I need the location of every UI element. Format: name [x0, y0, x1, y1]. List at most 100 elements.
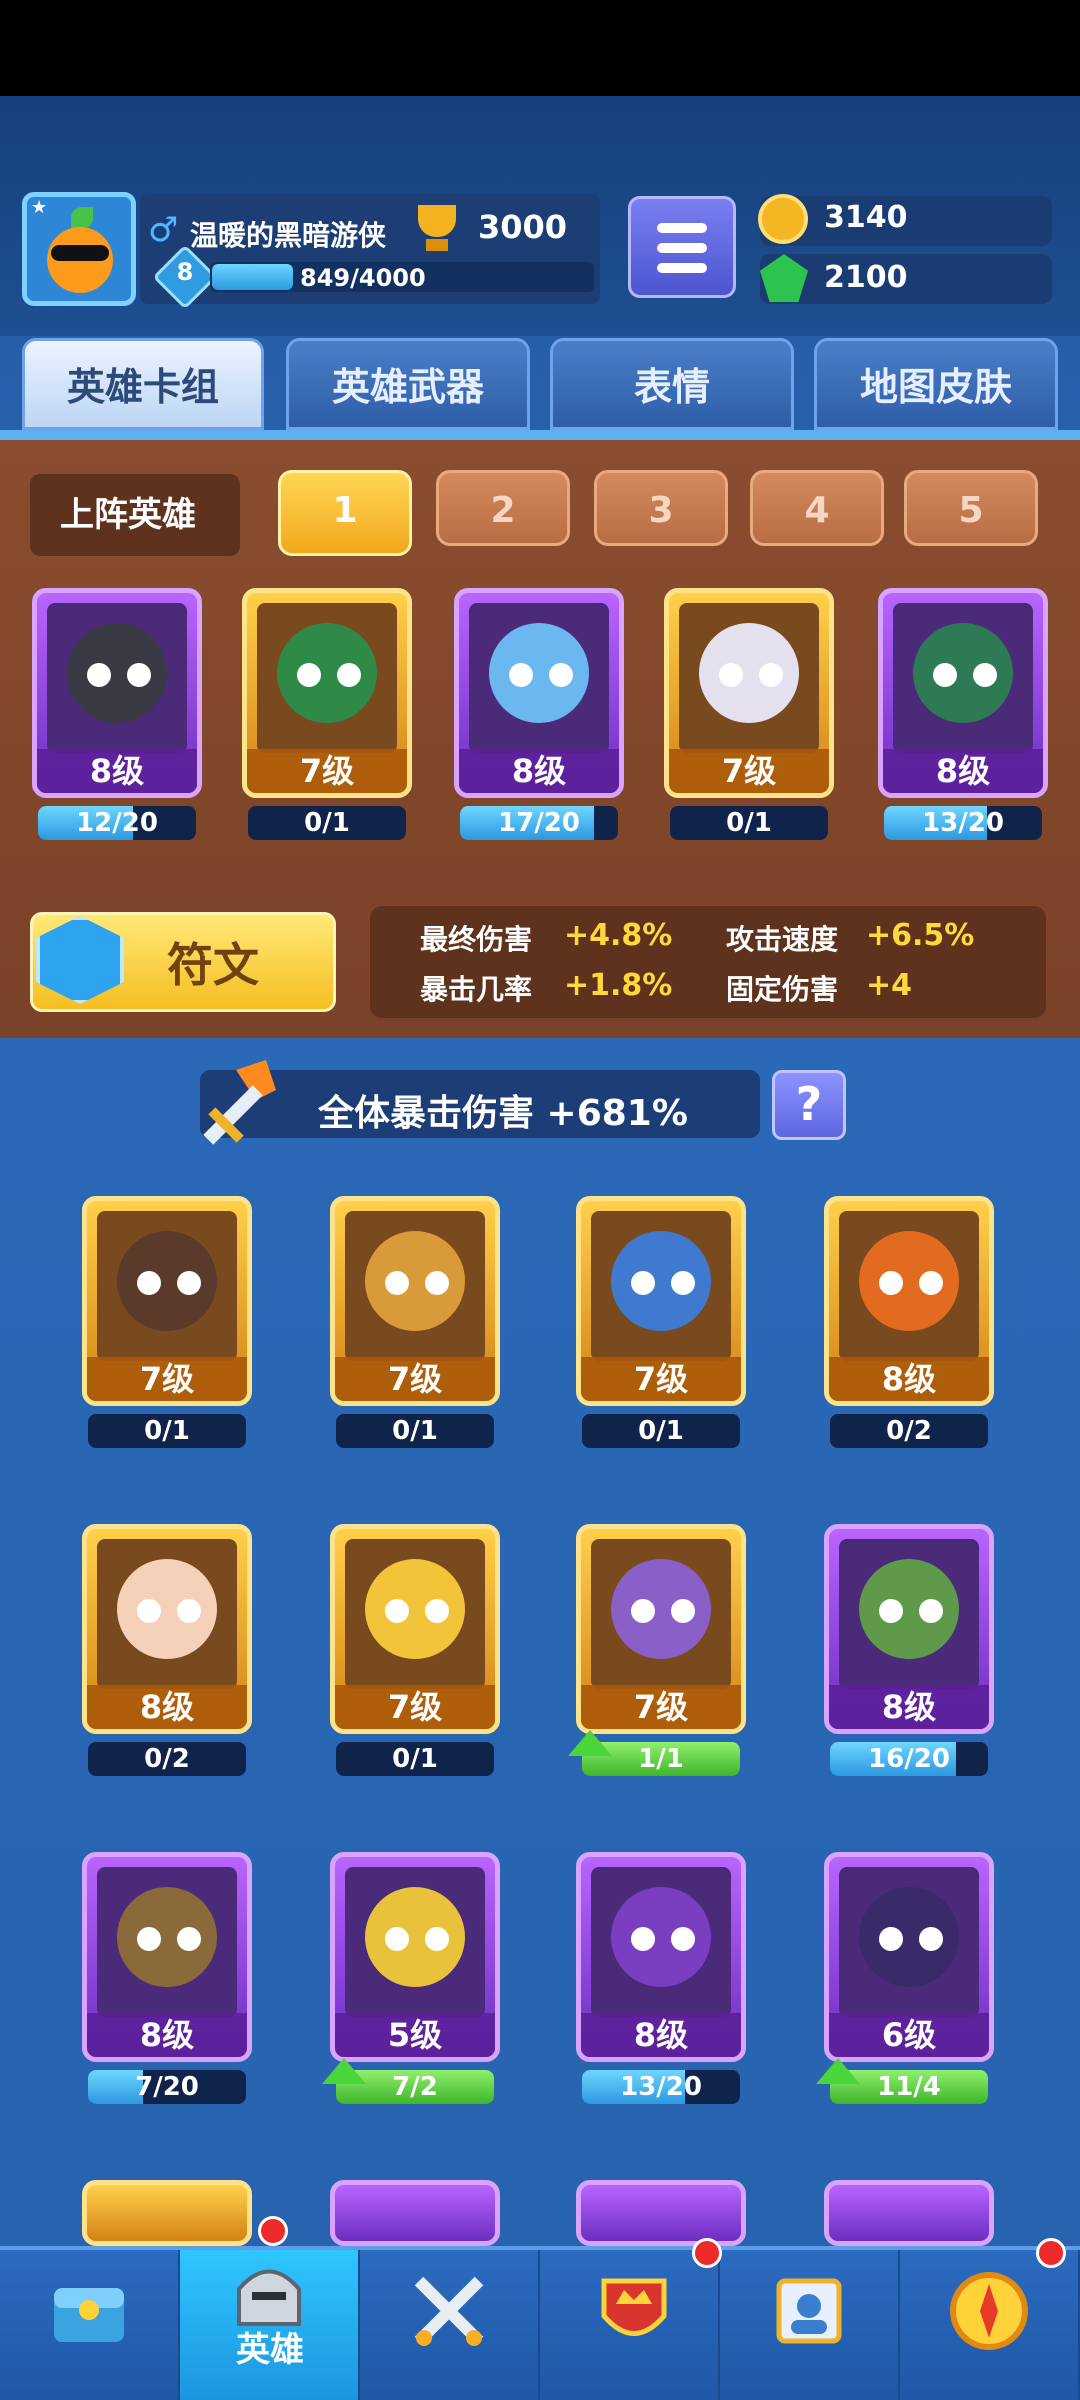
lineup-hero-card[interactable]: 7级 — [664, 588, 834, 798]
lineup-hero-level: 8级 — [883, 749, 1043, 793]
hero-card[interactable]: 8级 — [82, 1852, 252, 2062]
hero-eye — [127, 663, 151, 687]
hero-level: 8级 — [829, 1357, 989, 1401]
hero-level: 6级 — [829, 2013, 989, 2057]
xp-text: 849/4000 — [300, 264, 426, 292]
hero-card[interactable] — [82, 2180, 252, 2246]
hero-progress-text: 0/1 — [392, 1744, 438, 1774]
notification-dot — [692, 2238, 722, 2268]
tab-map-skins[interactable]: 地图皮肤 — [814, 338, 1058, 430]
lineup-hero-card[interactable]: 8级 — [454, 588, 624, 798]
trophy-icon — [410, 203, 464, 255]
lineup-hero-progress-text: 13/20 — [922, 808, 1004, 838]
hero-card[interactable]: 7级 — [576, 1196, 746, 1406]
hero-eye — [137, 1271, 161, 1295]
tab-hero-weapons[interactable]: 英雄武器 — [286, 338, 530, 430]
hero-card[interactable] — [824, 2180, 994, 2246]
hero-level: 7级 — [581, 1685, 741, 1729]
team-slot-2[interactable]: 2 — [436, 470, 570, 546]
hero-eye — [549, 663, 573, 687]
tab-hero-deck[interactable]: 英雄卡组 — [22, 338, 264, 430]
hero-progress-bar: 0/1 — [582, 1414, 740, 1448]
sword-icon — [203, 1060, 276, 1145]
hero-portrait-icon — [117, 1887, 217, 1987]
stat-value: +1.8% — [564, 968, 673, 1003]
hero-card[interactable]: 7级 — [330, 1196, 500, 1406]
hero-portrait-icon — [913, 623, 1013, 723]
hero-card[interactable] — [330, 2180, 500, 2246]
hero-eye — [385, 1599, 409, 1623]
hero-eye — [919, 1927, 943, 1951]
hero-level: 7级 — [335, 1357, 495, 1401]
hero-portrait-icon — [859, 1559, 959, 1659]
hero-eye — [177, 1927, 201, 1951]
lineup-label: 上阵英雄 — [30, 474, 240, 556]
hero-eye — [137, 1599, 161, 1623]
hero-card[interactable]: 7级 — [82, 1196, 252, 1406]
hero-eye — [671, 1599, 695, 1623]
rune-label: 符文 — [167, 938, 259, 992]
hero-portrait-icon — [859, 1231, 959, 1331]
hero-eye — [671, 1927, 695, 1951]
hero-card[interactable]: 8级 — [82, 1524, 252, 1734]
hero-card[interactable]: 5级 — [330, 1852, 500, 2062]
menu-button[interactable] — [628, 196, 736, 298]
hero-portrait-icon — [611, 1559, 711, 1659]
hero-level: 8级 — [581, 2013, 741, 2057]
help-button[interactable]: ? — [772, 1070, 846, 1140]
upgrade-arrow-icon — [568, 1730, 612, 1756]
notification-dot — [258, 2216, 288, 2246]
lineup-hero-card[interactable]: 7级 — [242, 588, 412, 798]
team-flag-icon — [764, 2266, 856, 2358]
hero-card[interactable]: 8级 — [576, 1852, 746, 2062]
hero-card[interactable]: 6级 — [824, 1852, 994, 2062]
hero-progress-text: 1/1 — [638, 1744, 684, 1774]
hero-progress-bar: 0/1 — [88, 1414, 246, 1448]
team-slot-3[interactable]: 3 — [594, 470, 728, 546]
hero-progress-bar: 0/1 — [336, 1742, 494, 1776]
hero-portrait-icon — [611, 1231, 711, 1331]
crown-shield-icon — [584, 2266, 676, 2358]
hero-eye — [87, 663, 111, 687]
lineup-hero-card[interactable]: 8级 — [878, 588, 1048, 798]
hero-level: 7级 — [335, 1685, 495, 1729]
hero-eye — [297, 663, 321, 687]
hero-progress-text: 16/20 — [868, 1744, 950, 1774]
team-slot-5[interactable]: 5 — [904, 470, 1038, 546]
hero-card[interactable]: 7级 — [576, 1524, 746, 1734]
hero-card[interactable]: 7级 — [330, 1524, 500, 1734]
player-avatar[interactable]: ★ — [22, 192, 136, 306]
lineup-hero-progress-text: 0/1 — [726, 808, 772, 838]
lineup-hero-progress-bar: 0/1 — [248, 806, 406, 840]
hero-card[interactable] — [576, 2180, 746, 2246]
hero-eye — [137, 1927, 161, 1951]
trophy-count: 3000 — [478, 208, 568, 246]
hero-level: 7级 — [87, 1357, 247, 1401]
lineup-hero-progress-text: 0/1 — [304, 808, 350, 838]
lineup-hero-card[interactable]: 8级 — [32, 588, 202, 798]
hero-eye — [425, 1271, 449, 1295]
sprout-icon — [71, 207, 93, 229]
hero-progress-text: 0/1 — [144, 1416, 190, 1446]
hero-progress-text: 0/1 — [392, 1416, 438, 1446]
hero-card[interactable]: 8级 — [824, 1524, 994, 1734]
stat-name: 固定伤害 — [726, 973, 839, 1006]
hero-eye — [631, 1599, 655, 1623]
stats-panel: 最终伤害 +4.8% 攻击速度 +6.5% 暴击几率 +1.8% 固定伤害 +4 — [370, 906, 1046, 1018]
stat-name: 攻击速度 — [726, 923, 839, 956]
hero-portrait-icon — [611, 1887, 711, 1987]
hero-eye — [337, 663, 361, 687]
hero-eye — [671, 1271, 695, 1295]
lineup-hero-progress-text: 17/20 — [498, 808, 580, 838]
hero-card[interactable]: 8级 — [824, 1196, 994, 1406]
hero-eye — [425, 1599, 449, 1623]
crossed-swords-icon — [404, 2266, 496, 2358]
hero-portrait-icon — [365, 1231, 465, 1331]
coin-icon — [758, 194, 808, 244]
hero-eye — [879, 1927, 903, 1951]
tab-emotes[interactable]: 表情 — [550, 338, 794, 430]
nav-label: 英雄 — [236, 2330, 304, 2370]
hero-eye — [385, 1271, 409, 1295]
team-slot-4[interactable]: 4 — [750, 470, 884, 546]
team-slot-1[interactable]: 1 — [278, 470, 412, 556]
